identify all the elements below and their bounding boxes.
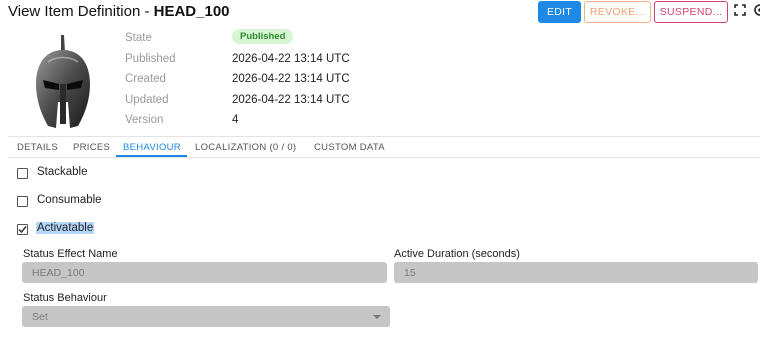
tab-localization[interactable]: LOCALIZATION (0 / 0) <box>195 142 296 153</box>
active-duration-input[interactable]: 15 <box>394 262 758 283</box>
version-value: 4 <box>232 114 239 126</box>
published-label: Published <box>125 53 176 65</box>
edit-button[interactable]: EDIT <box>538 1 581 23</box>
status-effect-name-label: Status Effect Name <box>23 248 118 260</box>
consumable-checkbox[interactable] <box>17 196 28 207</box>
tab-prices[interactable]: PRICES <box>73 142 110 153</box>
revoke-button[interactable]: REVOKE... <box>584 1 651 23</box>
created-value: 2026-04-22 13:14 UTC <box>232 73 350 85</box>
status-effect-name-input[interactable]: HEAD_100 <box>22 262 387 283</box>
tabs-divider-top <box>8 136 760 137</box>
tab-custom-data[interactable]: CUSTOM DATA <box>314 142 385 153</box>
published-value: 2026-04-22 13:14 UTC <box>232 53 350 65</box>
activatable-checkbox[interactable] <box>17 224 28 235</box>
consumable-label: Consumable <box>37 194 102 206</box>
page-title: View Item Definition - HEAD_100 <box>8 3 230 20</box>
tabs-divider-bottom <box>8 157 760 158</box>
spartan-helmet-icon <box>36 35 90 128</box>
updated-label: Updated <box>125 94 169 106</box>
active-duration-label: Active Duration (seconds) <box>394 248 520 260</box>
status-behaviour-value: Set <box>32 310 48 323</box>
settings-icon[interactable] <box>752 3 760 17</box>
page-title-text: View Item Definition <box>8 3 141 20</box>
fullscreen-icon[interactable] <box>734 4 746 16</box>
version-label: Version <box>125 114 164 126</box>
item-code: HEAD_100 <box>153 3 230 20</box>
tab-details[interactable]: DETAILS <box>17 142 58 153</box>
tab-behaviour[interactable]: BEHAVIOUR <box>123 142 181 153</box>
status-behaviour-select[interactable]: Set <box>22 306 390 327</box>
activatable-label: Activatable <box>36 222 95 234</box>
status-behaviour-label: Status Behaviour <box>23 292 107 304</box>
updated-value: 2026-04-22 13:14 UTC <box>232 94 350 106</box>
state-label: State <box>125 32 152 44</box>
checkmark-icon <box>18 226 27 234</box>
suspend-button[interactable]: SUSPEND... <box>654 1 728 23</box>
stackable-checkbox[interactable] <box>17 168 28 179</box>
status-badge: Published <box>232 29 294 44</box>
chevron-down-icon <box>373 315 381 319</box>
stackable-label: Stackable <box>37 166 88 178</box>
created-label: Created <box>125 73 166 85</box>
